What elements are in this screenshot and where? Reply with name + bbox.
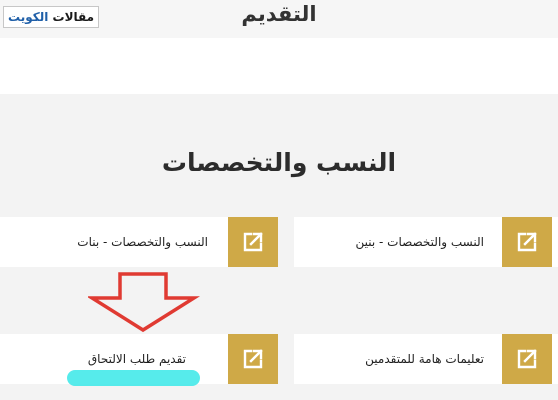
- external-link-icon: [517, 349, 537, 369]
- site-watermark: مقالات الكويت: [3, 6, 100, 28]
- card-icon-box[interactable]: [228, 217, 278, 267]
- card-majors-boys[interactable]: النسب والتخصصات - بنين: [294, 217, 558, 267]
- content-strip: [0, 38, 558, 94]
- card-label[interactable]: النسب والتخصصات - بنات: [77, 217, 208, 267]
- card-majors-girls[interactable]: النسب والتخصصات - بنات: [0, 217, 278, 267]
- section-title: النسب والتخصصات: [161, 148, 397, 177]
- card-icon-box[interactable]: [228, 334, 278, 384]
- card-applicant-instructions[interactable]: تعليمات هامة للمتقدمين: [294, 334, 558, 384]
- external-link-icon: [243, 349, 263, 369]
- external-link-icon: [243, 232, 263, 252]
- external-link-icon: [517, 232, 537, 252]
- card-icon-box[interactable]: [502, 334, 552, 384]
- card-label[interactable]: تعليمات هامة للمتقدمين: [365, 334, 484, 384]
- red-arrow-annotation: [88, 272, 200, 333]
- watermark-prefix: مقالات: [52, 10, 95, 24]
- watermark-brand: الكويت: [8, 10, 49, 24]
- card-label[interactable]: النسب والتخصصات - بنين: [355, 217, 484, 267]
- highlight-underline: [67, 370, 200, 386]
- card-icon-box[interactable]: [502, 217, 552, 267]
